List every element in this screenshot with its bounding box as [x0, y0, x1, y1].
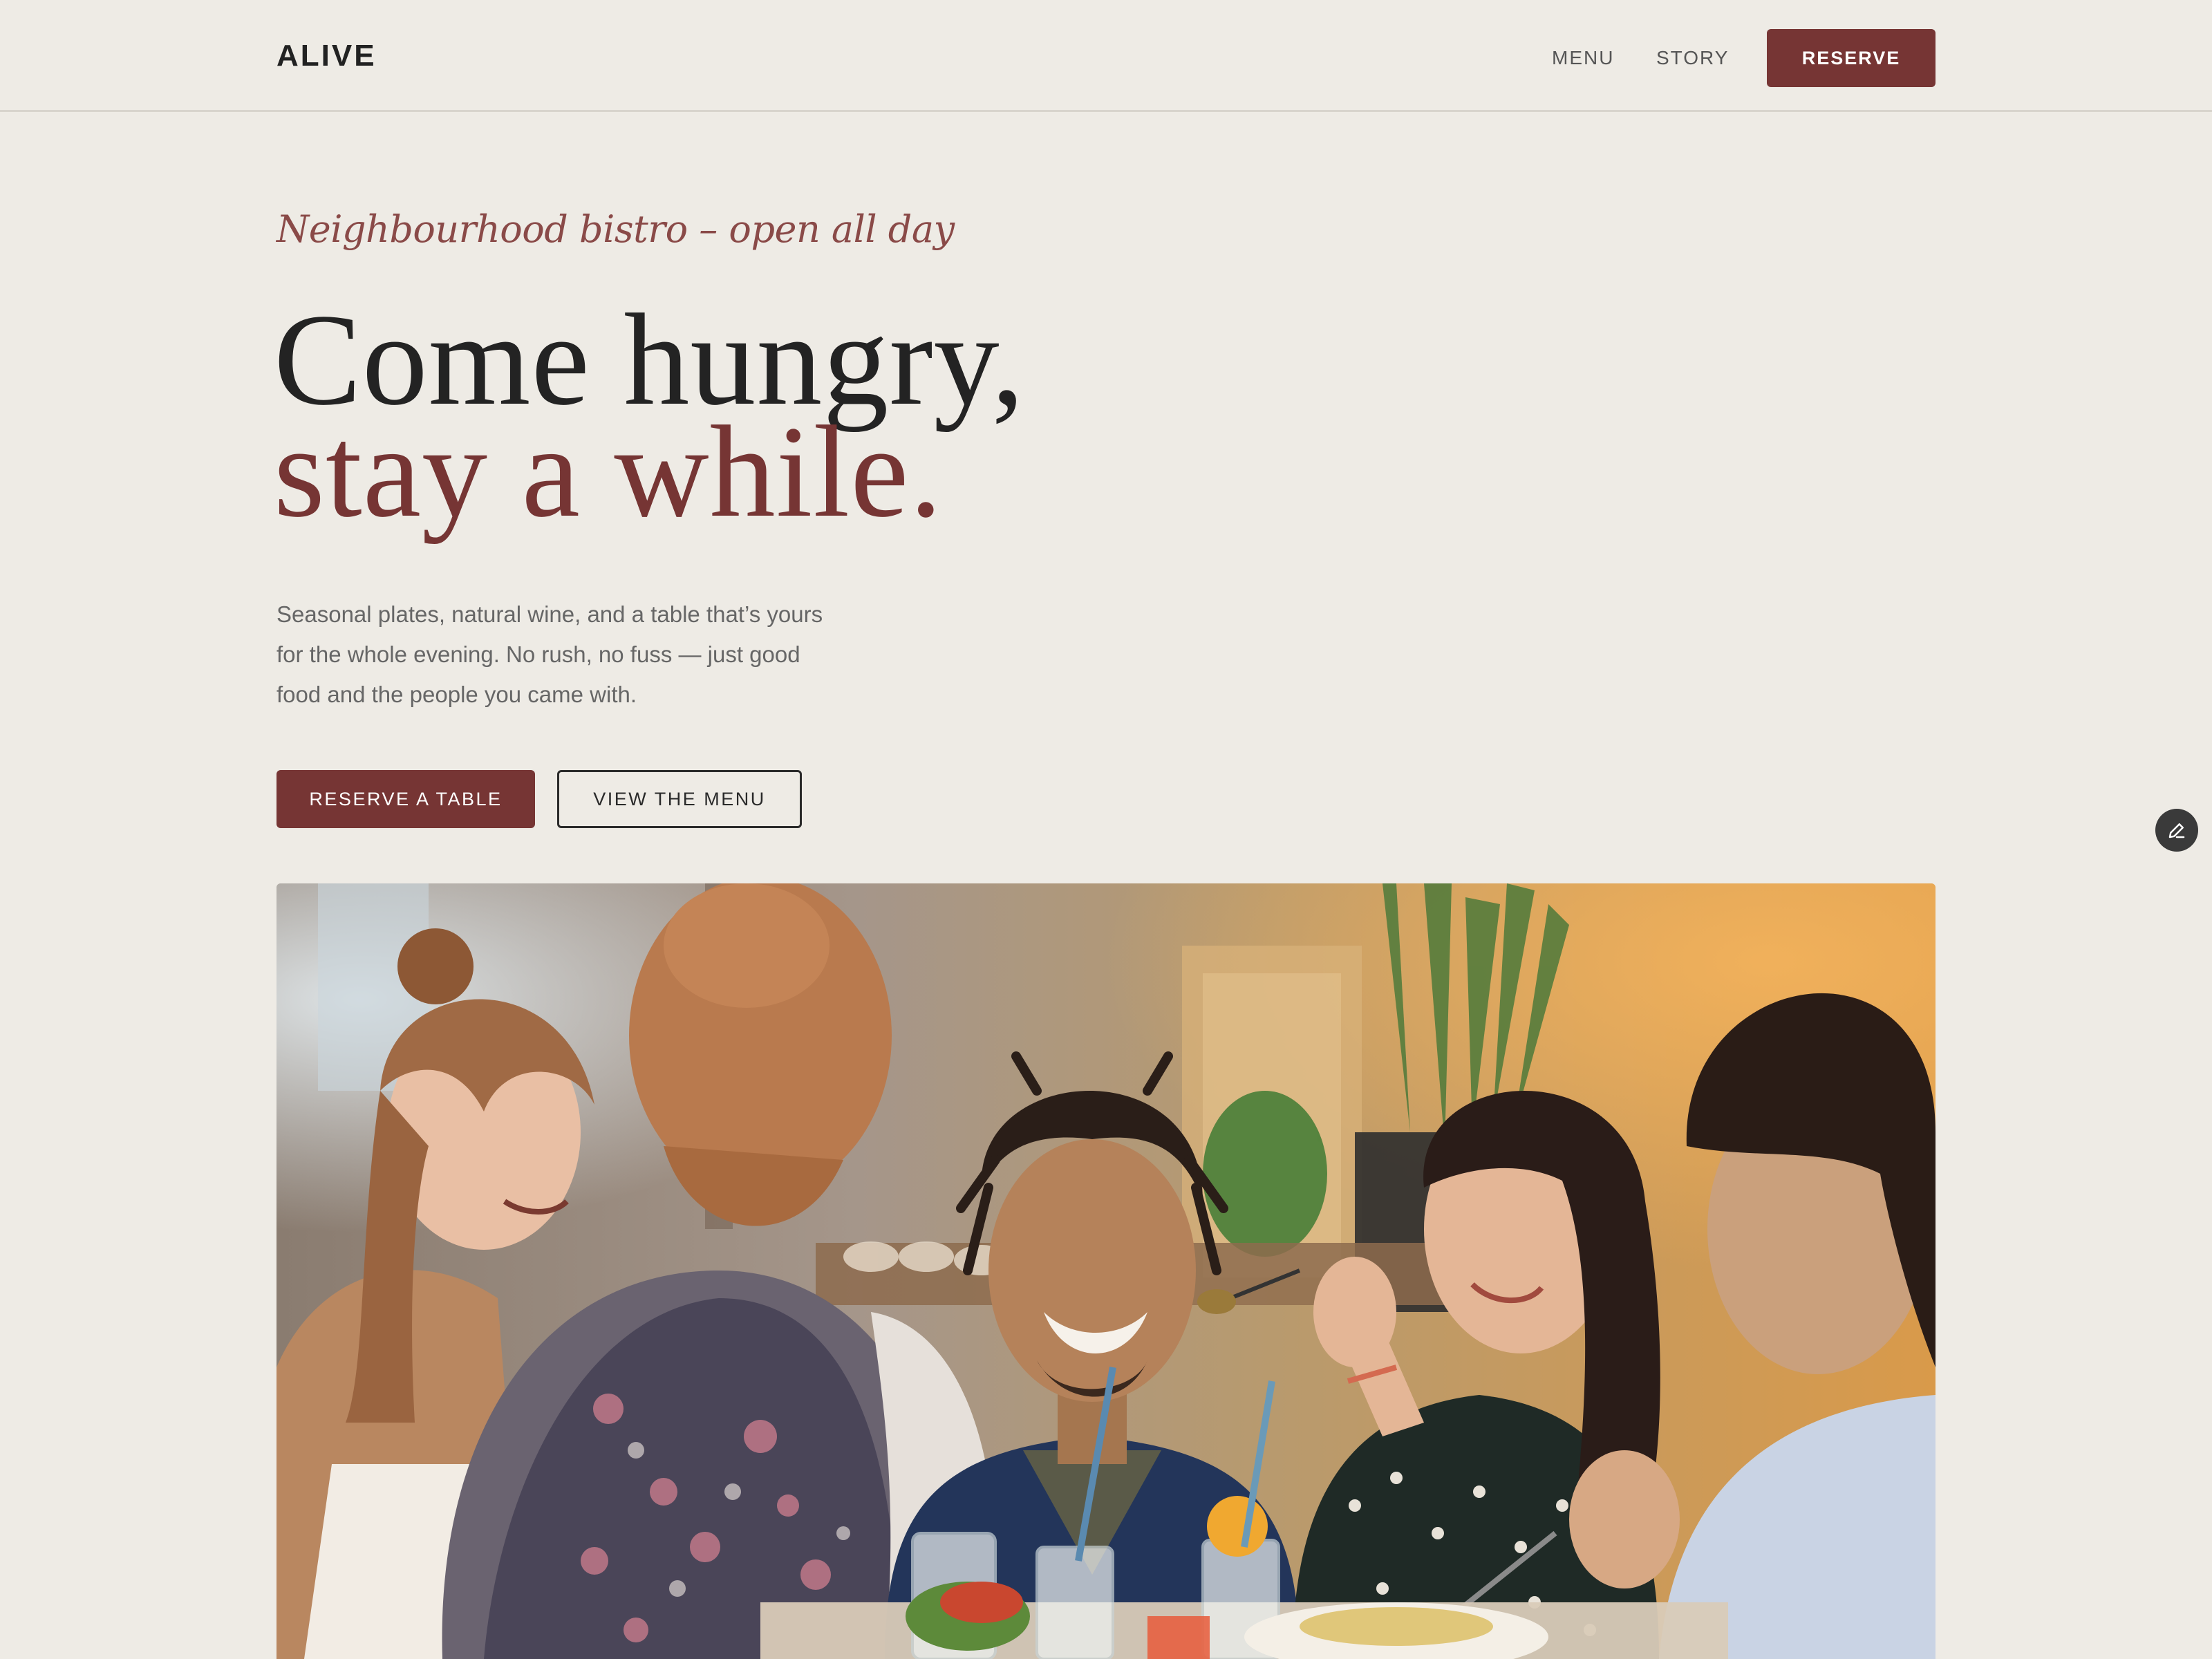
nav-menu-link[interactable]: MENU: [1552, 47, 1614, 69]
pencil-icon: [2168, 823, 2185, 838]
nav-story-link[interactable]: STORY: [1656, 47, 1729, 69]
site-header: ALIVE MENU STORY RESERVE: [0, 0, 2212, 112]
view-menu-button[interactable]: VIEW THE MENU: [557, 770, 802, 828]
hero-tagline: Neighbourhood bistro – open all day: [276, 207, 955, 251]
edit-button[interactable]: [2155, 809, 2198, 852]
hero-photo: [276, 883, 1936, 1659]
header-reserve-button[interactable]: RESERVE: [1767, 29, 1936, 87]
reserve-table-button[interactable]: RESERVE A TABLE: [276, 770, 535, 828]
headline-line-2: stay a while.: [274, 400, 944, 545]
diners-photo-illustration: [276, 883, 1936, 1659]
logo[interactable]: ALIVE: [276, 39, 377, 73]
hero-headline: Come hungry, stay a while.: [274, 294, 1025, 545]
hero-description: Seasonal plates, natural wine, and a tab…: [276, 601, 823, 707]
